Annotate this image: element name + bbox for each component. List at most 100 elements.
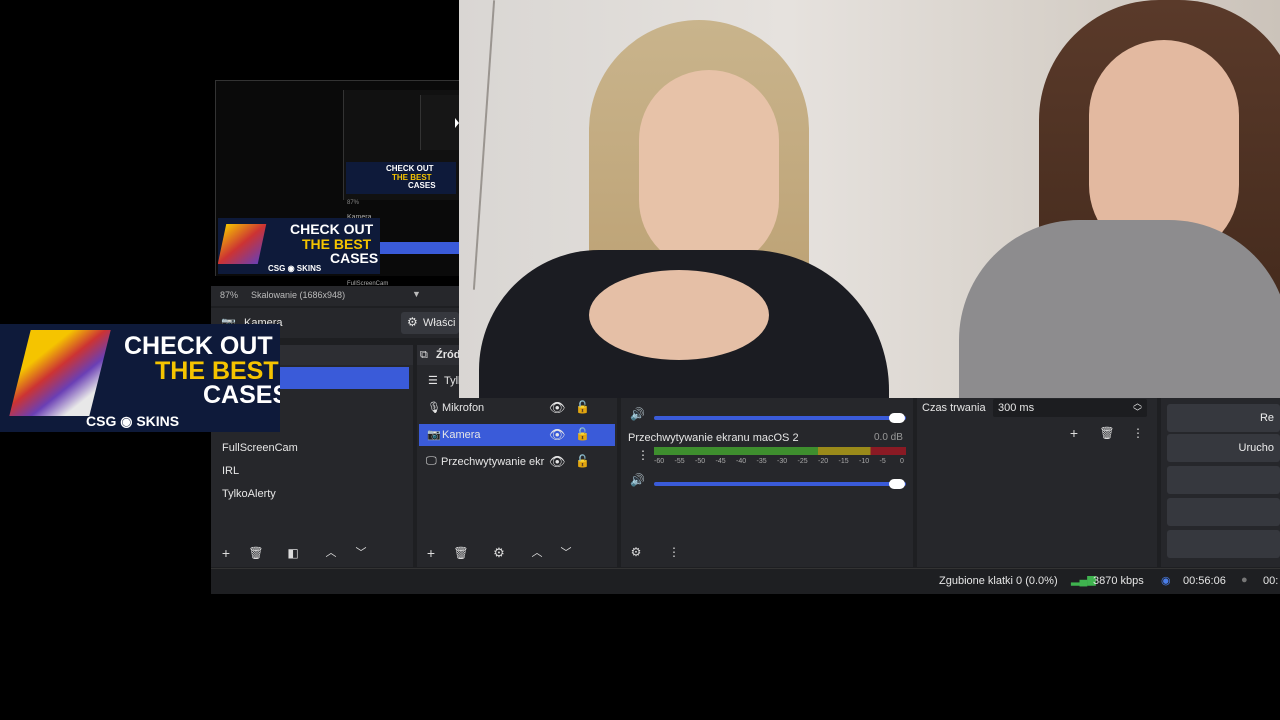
microphone-icon: 🎙 [427, 402, 441, 414]
monitor-icon: 🖵 [426, 455, 437, 467]
meter-tick: -55 [674, 458, 685, 465]
dropped-frames: Zgubione klatki 0 (0.0%) [939, 575, 1058, 587]
volume-slider[interactable] [654, 482, 906, 486]
chevron-down-icon[interactable]: ﹀ [555, 544, 577, 562]
meter-tick: -20 [818, 458, 829, 465]
eye-icon[interactable]: 👁 [549, 427, 566, 443]
ad-brand: CSG ◉ SKINS [86, 413, 180, 429]
ad-line3: CASES [203, 381, 280, 409]
trash-icon[interactable]: 🗑 [1096, 424, 1118, 442]
control-button[interactable] [1167, 530, 1280, 558]
control-button[interactable] [1167, 498, 1280, 526]
window-icon: ⧉ [420, 349, 428, 361]
stream-time: 00:56:06 [1183, 575, 1226, 587]
signal-icon: ▂▄▆ [1071, 574, 1096, 586]
person-left-face [639, 70, 779, 270]
source-label: Mikrofon [442, 402, 485, 414]
ad-line3: CASES [408, 181, 436, 190]
meter-tick: -50 [695, 458, 706, 465]
meter-tick: -60 [654, 458, 665, 465]
controls-dock: Re Urucho [1161, 398, 1280, 567]
knife-graphic [9, 330, 111, 416]
meter-tick: -15 [838, 458, 849, 465]
ad-line1: CHECK OUT [290, 221, 374, 237]
source-item-kamera[interactable]: 📷 Kamera 👁 🔓 [419, 424, 615, 446]
cable [472, 0, 496, 290]
scene-item[interactable]: IRL [211, 460, 413, 482]
trash-icon[interactable]: 🗑 [450, 544, 472, 562]
more-vertical-icon[interactable]: ⋮ [637, 448, 649, 462]
source-label: Przechwytywanie ekr [441, 456, 545, 468]
meter-tick: 0 [900, 458, 904, 465]
record-button[interactable]: Re [1167, 404, 1280, 432]
scaling-label: Skalowanie (1686x948) [251, 290, 346, 300]
eye-icon[interactable]: 👁 [549, 400, 566, 416]
audio-meter [654, 447, 906, 455]
ad-line1: CHECK OUT [386, 164, 434, 173]
add-scene-button[interactable]: + [215, 544, 237, 562]
speaker-icon[interactable]: 🔊 [630, 473, 645, 487]
gear-icon[interactable]: ⚙ [488, 544, 510, 562]
ad-banner: CHECK OUT THE BEST CASES CSG ◉ SKINS [0, 324, 280, 432]
bitrate: 3870 kbps [1093, 575, 1144, 587]
stream-icon: ◉ [1161, 575, 1171, 587]
control-button[interactable] [1167, 466, 1280, 494]
transitions-dock: Czas trwania 300 ms ︿ ﹀ + 🗑 ⋮ [917, 398, 1157, 567]
advanced-audio-icon[interactable]: ⚙ [625, 543, 647, 561]
record-time: 00: [1263, 575, 1279, 587]
meter-tick: -45 [715, 458, 726, 465]
add-source-button[interactable]: + [420, 544, 442, 562]
speaker-icon[interactable]: 🔊 [630, 407, 645, 421]
chevron-down-icon[interactable]: ▼ [412, 289, 421, 299]
volume-knob[interactable] [889, 413, 905, 423]
properties-label: Właści [423, 317, 456, 329]
chevron-up-icon[interactable]: ︿ [320, 544, 342, 562]
lock-icon[interactable]: 🔓 [575, 454, 590, 468]
source-item-screen[interactable]: 🖵 Przechwytywanie ekr 👁 🔓 [417, 451, 615, 473]
spinner-icon[interactable]: ︿ ﹀ [1133, 399, 1142, 417]
nested-ad-banner: CHECK OUT THE BEST CASES CSG ◉ SKINS [218, 218, 380, 274]
sources-title: Źród [436, 349, 461, 361]
duration-field[interactable]: 300 ms ︿ ﹀ [993, 399, 1147, 417]
lock-icon[interactable]: 🔓 [575, 400, 590, 414]
meter-tick: -30 [777, 458, 788, 465]
duration-label: Czas trwania [922, 402, 986, 414]
meter-ticks: -60 -55 -50 -45 -40 -35 -30 -25 -20 -15 -10 -5 0 [654, 458, 906, 468]
add-transition-button[interactable]: + [1063, 424, 1085, 442]
start-button[interactable]: Urucho [1167, 434, 1280, 462]
properties-button[interactable]: ⚙ Właści [401, 312, 459, 334]
list-icon: ☰ [428, 375, 438, 387]
zoom-level: 87% [220, 290, 239, 300]
audio-mixer: 🔊 Przechwytywanie ekranu macOS 2 0.0 dB … [621, 398, 913, 567]
knife-graphic [218, 224, 267, 264]
status-bar: Zgubione klatki 0 (0.0%) ▂▄▆ 3870 kbps ◉… [211, 568, 1280, 594]
chevron-up-icon[interactable]: ︿ [526, 544, 548, 562]
lock-icon[interactable]: 🔓 [575, 427, 590, 441]
trash-icon[interactable]: 🗑 [245, 544, 267, 562]
nested-ad-banner-2: CHECK OUT THE BEST CASES [346, 162, 456, 194]
nested-selected-row [380, 242, 459, 254]
more-vertical-icon[interactable]: ⋮ [663, 543, 685, 561]
person-right-sweater [959, 220, 1280, 398]
duration-value: 300 ms [998, 402, 1035, 414]
source-label: Kamera [442, 429, 481, 441]
filter-icon[interactable]: ◧ [282, 544, 304, 562]
eye-icon[interactable]: 👁 [549, 454, 566, 470]
scene-item[interactable]: TylkoAlerty [211, 483, 413, 505]
chevron-down-icon[interactable]: ﹀ [350, 544, 372, 562]
volume-knob[interactable] [889, 479, 905, 489]
person-left-shoulder [589, 270, 769, 360]
record-icon: ● [1241, 574, 1248, 586]
more-vertical-icon[interactable]: ⋮ [1127, 424, 1149, 442]
source-item-mikrofon[interactable]: 🎙 Mikrofon 👁 🔓 [417, 397, 615, 419]
scene-item[interactable]: FullScreenCam [211, 437, 413, 459]
meter-tick: -40 [736, 458, 747, 465]
mixer-channel-db: 0.0 dB [874, 432, 903, 443]
ad-brand: CSG ◉ SKINS [268, 264, 322, 273]
meter-tick: -35 [756, 458, 767, 465]
meter-tick: -5 [879, 458, 886, 465]
webcam-feed [459, 0, 1280, 398]
volume-slider[interactable] [654, 416, 906, 420]
ad-line3: CASES [330, 250, 379, 266]
zoom-bar: 87% Skalowanie (1686x948) ▼ [211, 286, 459, 306]
